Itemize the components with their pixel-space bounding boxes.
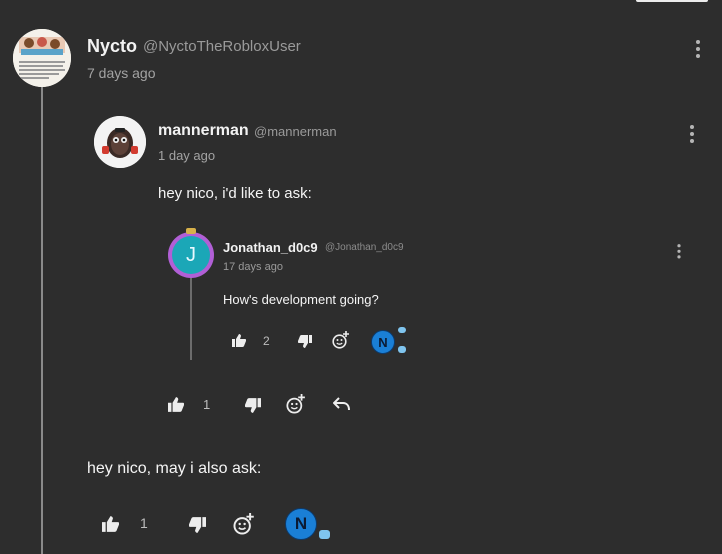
thread-line	[41, 82, 43, 554]
add-reaction-icon[interactable]	[232, 512, 256, 536]
comment-handle[interactable]: @NyctoTheRobloxUser	[143, 38, 301, 55]
thumbs-up-icon[interactable]	[100, 514, 120, 534]
add-reaction-icon[interactable]	[331, 330, 351, 350]
reply-handle[interactable]: @Jonathan_d0c9	[325, 242, 404, 253]
add-reaction-icon[interactable]	[285, 393, 307, 415]
comment-bubble-icon	[319, 530, 330, 539]
reply-author[interactable]: mannerman	[158, 122, 249, 140]
thumbs-down-icon[interactable]	[297, 333, 313, 349]
reply-author[interactable]: Jonathan_d0c9	[223, 240, 318, 255]
more-options-icon[interactable]	[689, 125, 695, 146]
like-count: 2	[263, 334, 270, 348]
thread-line	[190, 276, 192, 360]
more-options-icon[interactable]	[695, 40, 701, 61]
reply-icon[interactable]	[332, 395, 352, 413]
reply-handle[interactable]: @mannerman	[254, 124, 337, 139]
top-bar-button[interactable]	[636, 0, 708, 2]
avatar[interactable]	[13, 29, 71, 87]
comment-author[interactable]: Nycto	[87, 36, 137, 57]
thumbs-up-icon[interactable]	[231, 332, 247, 348]
comment-timestamp: 7 days ago	[87, 65, 156, 81]
thumbs-down-icon[interactable]	[187, 515, 207, 535]
heart-indicator-icon	[398, 327, 406, 333]
comment-bubble-icon	[398, 346, 406, 353]
reply-text: How's development going?	[223, 292, 379, 307]
avatar[interactable]	[94, 116, 146, 168]
thumbs-up-icon[interactable]	[167, 395, 185, 413]
like-count: 1	[203, 397, 211, 412]
more-options-icon[interactable]	[677, 244, 682, 261]
reply-text: hey nico, i'd like to ask:	[158, 185, 312, 202]
comment-text: hey nico, may i also ask:	[87, 460, 262, 477]
creator-heart-badge: N	[285, 508, 317, 540]
avatar-letter: J	[172, 236, 210, 274]
reply-timestamp: 1 day ago	[158, 148, 216, 163]
crown-icon	[186, 228, 196, 234]
avatar[interactable]: J	[168, 232, 214, 278]
like-count: 1	[140, 515, 148, 531]
creator-heart-badge: N	[371, 330, 395, 354]
reply-timestamp: 17 days ago	[223, 261, 283, 273]
thumbs-down-icon[interactable]	[244, 396, 262, 414]
